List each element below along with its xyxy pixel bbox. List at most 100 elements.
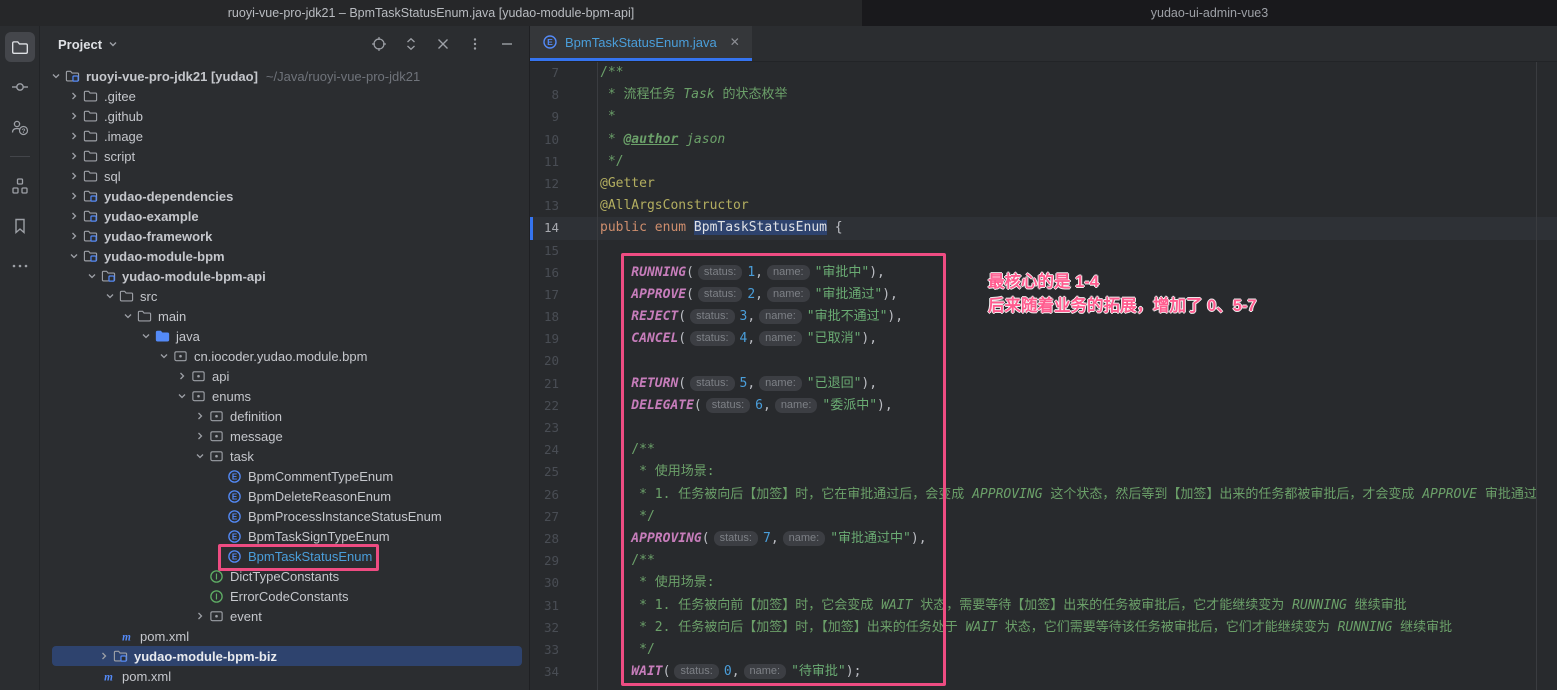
line-number[interactable]: 28 [530, 528, 597, 550]
tree-item-definition[interactable]: definition [40, 406, 529, 426]
line-number[interactable]: 10 [530, 129, 597, 151]
close-icon[interactable]: ✕ [730, 35, 740, 49]
activity-item-more[interactable] [5, 251, 35, 281]
tree-item-sql[interactable]: sql [40, 166, 529, 186]
chevron-expanded-icon[interactable] [48, 68, 64, 84]
tree-item-pom.xml[interactable]: mpom.xml [40, 626, 529, 646]
line-number[interactable]: 13 [530, 195, 597, 217]
tree-item-.gitee[interactable]: .gitee [40, 86, 529, 106]
tree-item-java[interactable]: java [40, 326, 529, 346]
chevron-collapsed-icon[interactable] [66, 88, 82, 104]
tree-item-message[interactable]: message [40, 426, 529, 446]
chevron-collapsed-icon[interactable] [96, 648, 112, 664]
code-line-19[interactable]: 19 CANCEL(status:4,name:"已取消"), [530, 328, 1557, 350]
line-number[interactable]: 8 [530, 84, 597, 106]
chevron-expanded-icon[interactable] [138, 328, 154, 344]
chevron-collapsed-icon[interactable] [66, 168, 82, 184]
line-number[interactable]: 19 [530, 328, 597, 350]
code-line-28[interactable]: 28 APPROVING(status:7,name:"审批通过中"), [530, 528, 1557, 550]
tree-item-bpmdeletereasonenum[interactable]: EBpmDeleteReasonEnum [40, 486, 529, 506]
code-line-18[interactable]: 18 REJECT(status:3,name:"审批不通过"), [530, 306, 1557, 328]
chevron-expanded-icon[interactable] [84, 268, 100, 284]
tree-item-event[interactable]: event [40, 606, 529, 626]
code-line-34[interactable]: 34 WAIT(status:0,name:"待审批"); [530, 661, 1557, 683]
code-line-16[interactable]: 16 RUNNING(status:1,name:"审批中"), [530, 262, 1557, 284]
tree-item-yudao-dependencies[interactable]: yudao-dependencies [40, 186, 529, 206]
chevron-expanded-icon[interactable] [66, 248, 82, 264]
chevron-collapsed-icon[interactable] [192, 608, 208, 624]
activity-item-pull-requests[interactable]: ? [5, 112, 35, 142]
tree-item-bpmtasksigntypeenum[interactable]: EBpmTaskSignTypeEnum [40, 526, 529, 546]
tree-item-.image[interactable]: .image [40, 126, 529, 146]
code-line-7[interactable]: 7/** [530, 62, 1557, 84]
line-number[interactable]: 22 [530, 395, 597, 417]
code-line-33[interactable]: 33 */ [530, 639, 1557, 661]
code-line-26[interactable]: 26 * 1. 任务被向后【加签】时，它在审批通过后，会变成 APPROVING… [530, 484, 1557, 506]
line-number[interactable]: 17 [530, 284, 597, 306]
tree-item-main[interactable]: main [40, 306, 529, 326]
project-panel-title[interactable]: Project [58, 37, 102, 52]
line-number[interactable]: 32 [530, 617, 597, 639]
chevron-down-icon[interactable] [108, 39, 118, 49]
line-number[interactable]: 18 [530, 306, 597, 328]
code-line-11[interactable]: 11 */ [530, 151, 1557, 173]
collapse-all-icon[interactable] [435, 36, 451, 52]
line-number[interactable]: 31 [530, 595, 597, 617]
code-line-8[interactable]: 8 * 流程任务 Task 的状态枚举 [530, 84, 1557, 106]
activity-item-bookmarks[interactable] [5, 211, 35, 241]
tree-item-script[interactable]: script [40, 146, 529, 166]
code-editor[interactable]: 7/**8 * 流程任务 Task 的状态枚举9 *10 * @author j… [530, 62, 1557, 690]
code-line-25[interactable]: 25 * 使用场景: [530, 461, 1557, 483]
locate-file-icon[interactable] [371, 36, 387, 52]
chevron-expanded-icon[interactable] [174, 388, 190, 404]
tree-item-api[interactable]: api [40, 366, 529, 386]
line-number[interactable]: 11 [530, 151, 597, 173]
activity-item-structure[interactable] [5, 171, 35, 201]
options-icon[interactable] [467, 36, 483, 52]
code-line-23[interactable]: 23 [530, 417, 1557, 439]
chevron-collapsed-icon[interactable] [66, 188, 82, 204]
tree-item-task[interactable]: task [40, 446, 529, 466]
code-line-13[interactable]: 13@AllArgsConstructor [530, 195, 1557, 217]
chevron-collapsed-icon[interactable] [192, 408, 208, 424]
line-number[interactable]: 27 [530, 506, 597, 528]
chevron-collapsed-icon[interactable] [66, 228, 82, 244]
line-number[interactable]: 33 [530, 639, 597, 661]
line-number[interactable]: 16 [530, 262, 597, 284]
code-line-29[interactable]: 29 /** [530, 550, 1557, 572]
expand-collapse-icon[interactable] [403, 36, 419, 52]
tab-bpmtaskstatusenum[interactable]: E BpmTaskStatusEnum.java ✕ [530, 26, 752, 61]
code-line-24[interactable]: 24 /** [530, 439, 1557, 461]
line-number[interactable]: 24 [530, 439, 597, 461]
line-number[interactable]: 20 [530, 350, 597, 372]
line-number[interactable]: 14 [530, 217, 597, 239]
tree-item-yudao-module-bpm-api[interactable]: yudao-module-bpm-api [40, 266, 529, 286]
line-number[interactable]: 30 [530, 572, 597, 594]
chevron-collapsed-icon[interactable] [66, 148, 82, 164]
tree-item-yudao-module-bpm-biz[interactable]: yudao-module-bpm-biz [52, 646, 522, 666]
chevron-collapsed-icon[interactable] [192, 428, 208, 444]
line-number[interactable]: 25 [530, 461, 597, 483]
code-line-9[interactable]: 9 * [530, 106, 1557, 128]
line-number[interactable]: 15 [530, 240, 597, 262]
tree-item-enums[interactable]: enums [40, 386, 529, 406]
code-line-20[interactable]: 20 [530, 350, 1557, 372]
chevron-expanded-icon[interactable] [102, 288, 118, 304]
chevron-collapsed-icon[interactable] [66, 208, 82, 224]
code-line-14[interactable]: 14public enum BpmTaskStatusEnum { [530, 217, 1557, 239]
chevron-collapsed-icon[interactable] [66, 128, 82, 144]
line-number[interactable]: 23 [530, 417, 597, 439]
tree-item-dicttypeconstants[interactable]: IDictTypeConstants [40, 566, 529, 586]
code-line-30[interactable]: 30 * 使用场景: [530, 572, 1557, 594]
code-line-15[interactable]: 15 [530, 240, 1557, 262]
tree-item-.github[interactable]: .github [40, 106, 529, 126]
tree-item-errorcodeconstants[interactable]: IErrorCodeConstants [40, 586, 529, 606]
hide-icon[interactable] [499, 36, 515, 52]
code-line-32[interactable]: 32 * 2. 任务被向后【加签】时，【加签】出来的任务处于 WAIT 状态，它… [530, 617, 1557, 639]
code-line-22[interactable]: 22 DELEGATE(status:6,name:"委派中"), [530, 395, 1557, 417]
tree-item-yudao-framework[interactable]: yudao-framework [40, 226, 529, 246]
code-line-17[interactable]: 17 APPROVE(status:2,name:"审批通过"), [530, 284, 1557, 306]
line-number[interactable]: 7 [530, 62, 597, 84]
chevron-expanded-icon[interactable] [192, 448, 208, 464]
tree-item-pom.xml[interactable]: mpom.xml [40, 666, 529, 686]
